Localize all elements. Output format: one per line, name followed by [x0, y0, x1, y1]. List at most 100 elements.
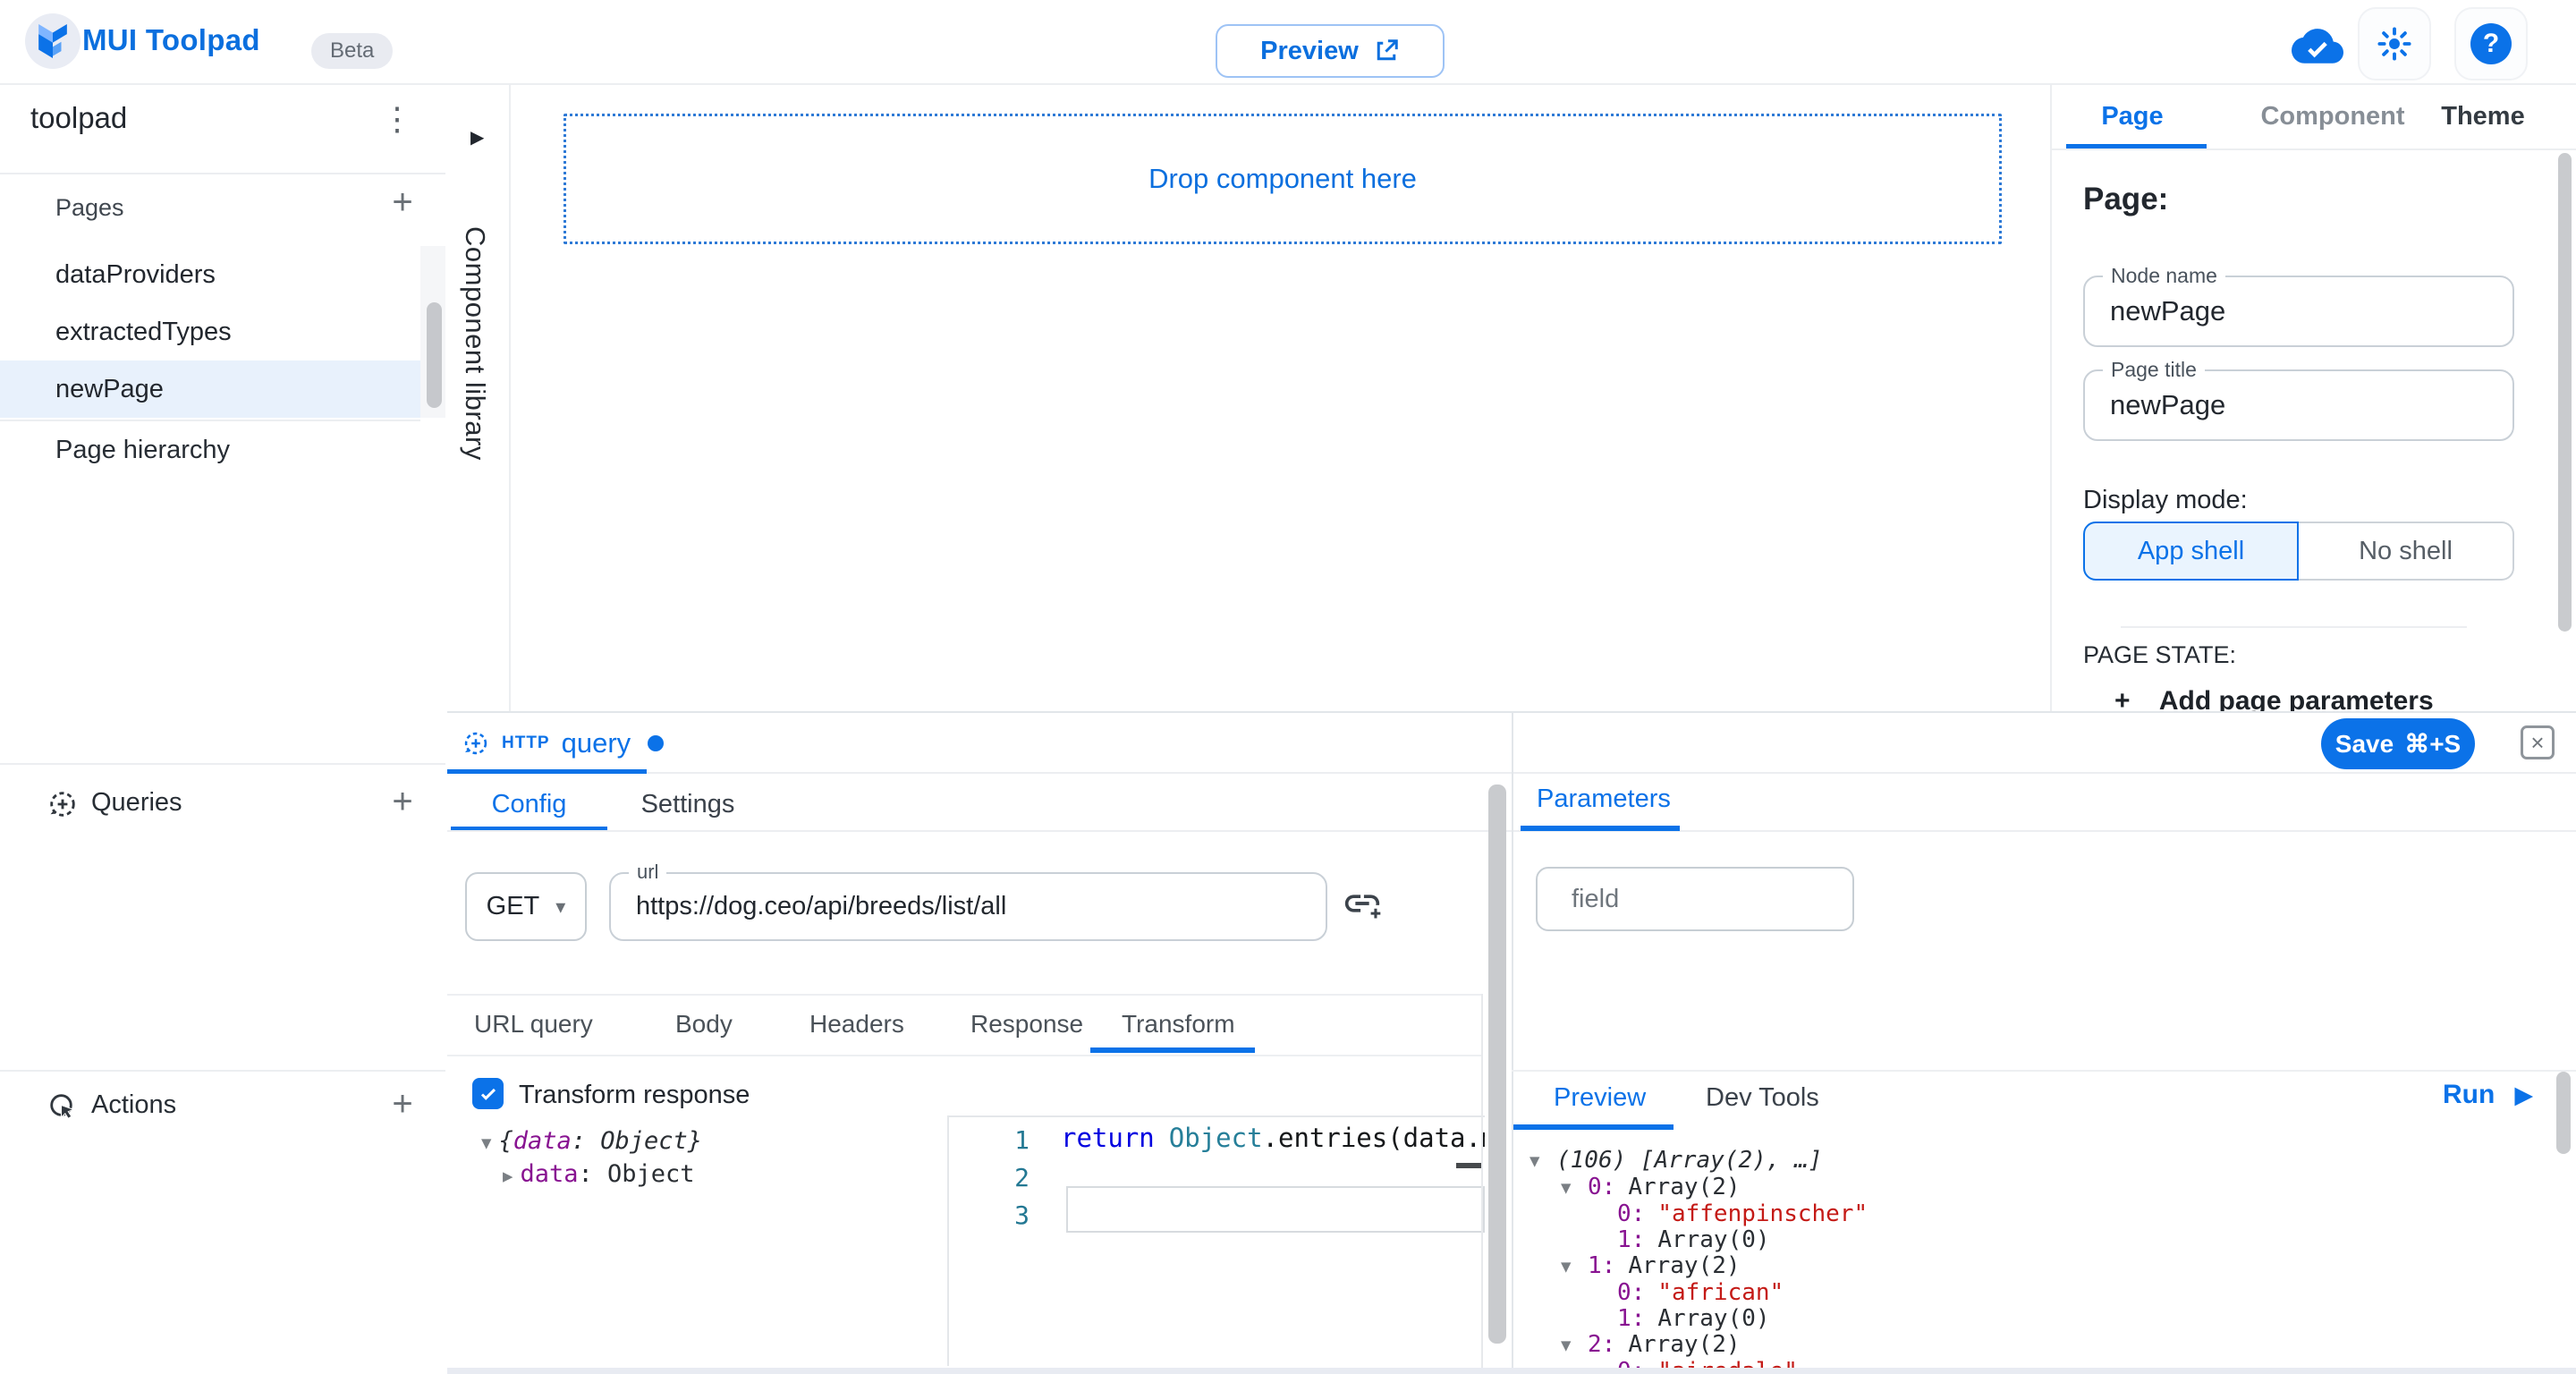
queries-section-label: Queries	[91, 788, 182, 818]
theme-toggle-button[interactable]	[2358, 7, 2431, 81]
page-title-field[interactable]: Page title newPage	[2083, 369, 2514, 441]
external-link-icon	[1373, 38, 1400, 64]
tri-down-icon: ▼	[1561, 1175, 1588, 1201]
sidebar-item-extractedtypes[interactable]: extractedTypes	[0, 303, 420, 360]
tree-brace: {	[498, 1127, 513, 1155]
close-icon: ×	[2530, 729, 2544, 757]
tab-parameters[interactable]: Parameters	[1537, 785, 1671, 814]
url-value[interactable]: https://dog.ceo/api/breeds/list/all	[611, 874, 1326, 939]
code-classname: Object	[1169, 1123, 1263, 1153]
json-key: 0:	[1617, 1200, 1645, 1227]
sidebar-item-newpage[interactable]: newPage	[0, 360, 420, 418]
json-row[interactable]: 1: Array(0)	[1521, 1306, 2558, 1332]
app-title: MUI Toolpad	[82, 23, 260, 57]
scope-tree-root[interactable]: ▼{data: Object}	[481, 1127, 702, 1155]
add-action-button[interactable]: +	[381, 1083, 424, 1126]
query-tab-label: query	[562, 727, 631, 759]
json-row[interactable]: ▼2:Array(2)	[1521, 1332, 2558, 1359]
json-value: Array(2)	[1628, 1331, 1740, 1358]
transform-tab-underline	[1090, 1047, 1255, 1053]
unsaved-dot	[648, 735, 664, 751]
transform-response-checkbox[interactable]	[472, 1078, 504, 1109]
query-section-scrollbar-thumb[interactable]	[1488, 785, 1506, 1344]
sun-icon	[2376, 25, 2413, 63]
page-state-label: PAGE STATE:	[2083, 641, 2236, 669]
json-string: "affenpinscher"	[1657, 1200, 1868, 1227]
pages-scrollbar-thumb[interactable]	[427, 302, 442, 408]
node-name-label: Node name	[2103, 264, 2225, 288]
preview-button[interactable]: Preview	[1216, 24, 1445, 78]
parameters-tab-underline	[1521, 826, 1680, 831]
tab-settings[interactable]: Settings	[607, 779, 768, 830]
json-key: 1:	[1617, 1226, 1645, 1253]
editor-empty-box[interactable]	[1066, 1186, 1485, 1233]
query-panel-tab[interactable]: HTTP query	[462, 720, 664, 767]
mui-logo[interactable]	[25, 13, 80, 69]
tab-headers[interactable]: Headers	[809, 996, 904, 1053]
tab-theme[interactable]: Theme	[2420, 85, 2546, 148]
cloud-sync-button[interactable]	[2292, 24, 2343, 64]
inspector-scrollbar-thumb[interactable]	[2558, 153, 2572, 632]
url-field[interactable]: url https://dog.ceo/api/breeds/list/all	[609, 872, 1327, 941]
tab-body[interactable]: Body	[675, 996, 733, 1053]
json-key: 1:	[1617, 1305, 1645, 1332]
http-badge: HTTP	[502, 734, 550, 753]
node-name-field[interactable]: Node name newPage	[2083, 276, 2514, 347]
add-page-button[interactable]: +	[381, 182, 424, 225]
parameter-field-input[interactable]: field	[1536, 867, 1854, 931]
preview-scrollbar-thumb[interactable]	[2556, 1072, 2571, 1154]
scope-tree-data[interactable]: ▶data: Object	[503, 1160, 695, 1188]
component-library-strip[interactable]: ▶ Component library	[447, 85, 511, 711]
tab-page[interactable]: Page	[2064, 85, 2200, 148]
add-query-button[interactable]: +	[381, 781, 424, 824]
json-row[interactable]: 0:"airedale"	[1521, 1359, 2558, 1368]
toggle-no-shell[interactable]: No shell	[2299, 522, 2514, 581]
divider	[0, 173, 445, 174]
request-subtabs: URL query Body Headers Response Transfor…	[447, 994, 1483, 1056]
url-label: url	[629, 861, 666, 884]
json-row[interactable]: 1:Array(0)	[1521, 1227, 2558, 1253]
transform-response-label: Transform response	[519, 1078, 750, 1112]
json-string: "airedale"	[1657, 1358, 1798, 1368]
json-row[interactable]: 0:"african"	[1521, 1280, 2558, 1306]
project-name: toolpad	[30, 101, 127, 135]
page-hierarchy-item[interactable]: Page hierarchy	[55, 436, 230, 465]
mui-logo-icon	[36, 22, 70, 60]
divider	[0, 1070, 445, 1072]
divider	[2121, 626, 2467, 628]
toggle-app-shell[interactable]: App shell	[2083, 522, 2299, 581]
divider	[2052, 148, 2576, 150]
add-page-parameters-button[interactable]: + Add page parameters	[2114, 686, 2434, 711]
run-button[interactable]: Run ▶	[2443, 1080, 2533, 1110]
tab-component[interactable]: Component	[2241, 85, 2424, 148]
component-library-label: Component library	[459, 226, 491, 461]
json-row[interactable]: ▼0:Array(2)	[1521, 1175, 2558, 1201]
queries-icon	[47, 788, 79, 820]
tab-response[interactable]: Response	[970, 996, 1083, 1053]
tab-config[interactable]: Config	[451, 779, 607, 830]
json-value: Array(0)	[1657, 1305, 1769, 1332]
tab-preview[interactable]: Preview	[1554, 1083, 1646, 1113]
method-select[interactable]: GET ▾	[465, 872, 587, 941]
mui-toolpad-app: MUI Toolpad Beta Preview	[0, 0, 2576, 1374]
tab-dev-tools[interactable]: Dev Tools	[1706, 1083, 1819, 1113]
json-string: "african"	[1657, 1279, 1784, 1306]
drop-zone[interactable]: Drop component here	[564, 114, 2002, 244]
help-button[interactable]: ?	[2454, 7, 2528, 81]
tab-url-query[interactable]: URL query	[474, 996, 593, 1053]
transform-code-editor[interactable]: 1 2 3 returnObject.entries(data.messag	[947, 1115, 1485, 1366]
bind-url-button[interactable]	[1342, 883, 1383, 929]
beta-badge: Beta	[311, 33, 393, 69]
json-row[interactable]: 0: "affenpinscher"	[1521, 1201, 2558, 1227]
project-menu-button[interactable]: ⋮	[376, 96, 419, 142]
chevron-right-icon[interactable]: ▶	[470, 126, 484, 148]
json-row[interactable]: ▼1:Array(2)	[1521, 1253, 2558, 1280]
close-panel-button[interactable]: ×	[2521, 725, 2555, 759]
save-button[interactable]: Save ⌘+S	[2321, 718, 2475, 769]
sidebar: toolpad ⋮ Pages + dataProviders extracte…	[0, 85, 449, 1374]
chevron-down-icon: ▾	[555, 895, 565, 919]
json-row[interactable]: ▼(106) [Array(2), …]	[1521, 1148, 2558, 1175]
sidebar-item-dataproviders[interactable]: dataProviders	[0, 246, 420, 303]
help-icon: ?	[2470, 23, 2512, 64]
tab-transform[interactable]: Transform	[1122, 996, 1235, 1053]
